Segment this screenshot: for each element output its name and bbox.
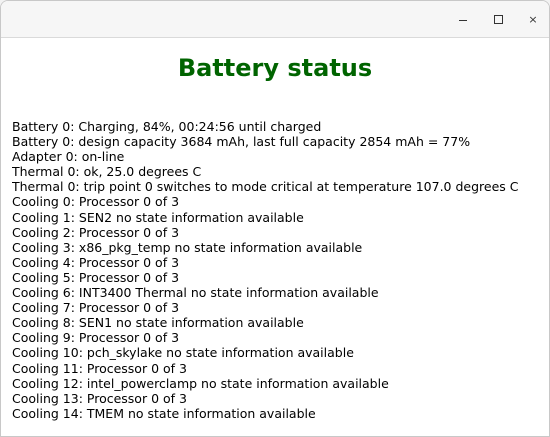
status-line: Cooling 12: intel_powerclamp no state in… xyxy=(12,375,389,391)
status-line: Cooling 3: x86_pkg_temp no state informa… xyxy=(12,239,363,255)
titlebar: × xyxy=(1,1,549,38)
status-line: Adapter 0: on-line xyxy=(12,149,125,165)
status-line: Cooling 4: Processor 0 of 3 xyxy=(12,254,180,270)
status-list: Battery 0: Charging, 84%, 00:24:56 until… xyxy=(12,119,543,421)
status-line: Battery 0: design capacity 3684 mAh, las… xyxy=(12,134,471,150)
status-line: Cooling 14: TMEM no state information av… xyxy=(12,405,316,421)
status-line: Cooling 0: Processor 0 of 3 xyxy=(12,194,180,210)
maximize-icon xyxy=(493,14,503,24)
status-line: Cooling 11: Processor 0 of 3 xyxy=(12,360,187,376)
minimize-button[interactable] xyxy=(453,10,473,28)
status-line: Cooling 7: Processor 0 of 3 xyxy=(12,300,180,316)
status-line: Thermal 0: ok, 25.0 degrees C xyxy=(12,164,202,180)
status-line: Cooling 10: pch_skylake no state informa… xyxy=(12,345,354,361)
status-line: Cooling 8: SEN1 no state information ava… xyxy=(12,315,304,331)
status-content: Battery status Battery 0: Charging, 84%,… xyxy=(1,38,549,436)
status-line: Cooling 6: INT3400 Thermal no state info… xyxy=(12,285,379,301)
status-line: Cooling 13: Processor 0 of 3 xyxy=(12,390,187,406)
close-icon: × xyxy=(528,12,538,26)
close-button[interactable]: × xyxy=(523,10,543,28)
status-line: Battery 0: Charging, 84%, 00:24:56 until… xyxy=(12,119,322,134)
page-title: Battery status xyxy=(177,54,373,82)
app-window: × Battery status Battery 0: Charging, 84… xyxy=(0,0,550,437)
maximize-button[interactable] xyxy=(488,10,508,28)
status-line: Cooling 2: Processor 0 of 3 xyxy=(12,224,180,240)
minimize-icon xyxy=(459,19,467,21)
status-line: Cooling 5: Processor 0 of 3 xyxy=(12,269,180,285)
status-line: Cooling 9: Processor 0 of 3 xyxy=(12,330,180,346)
status-line: Cooling 1: SEN2 no state information ava… xyxy=(12,209,304,225)
status-line: Thermal 0: trip point 0 switches to mode… xyxy=(12,179,519,195)
